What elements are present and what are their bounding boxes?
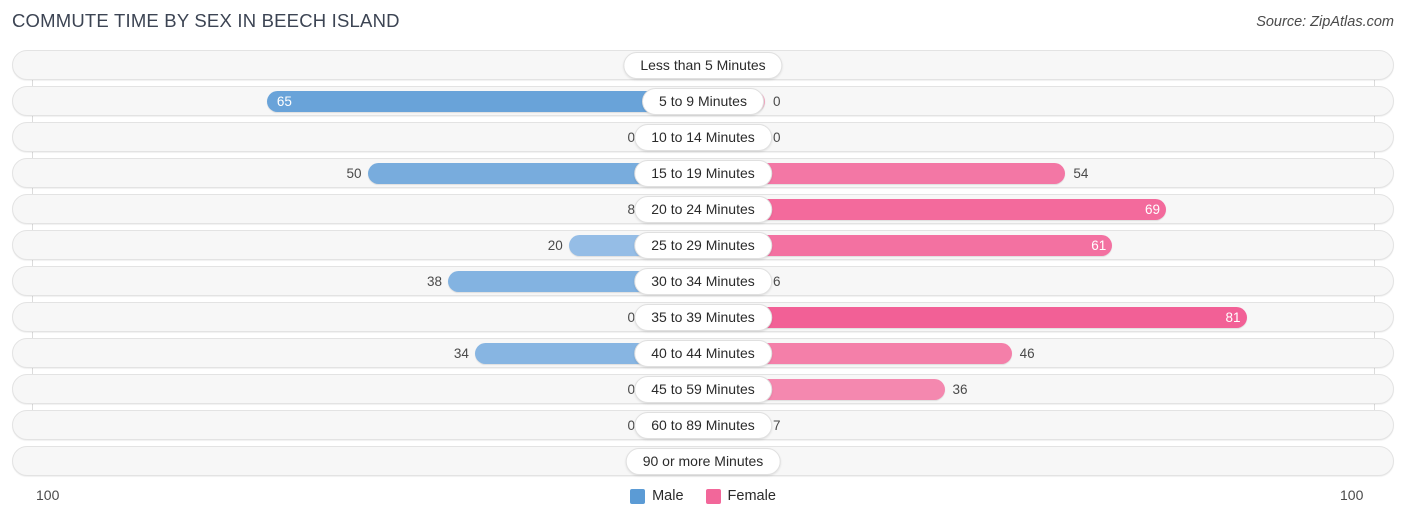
bar-value-female: 61 (1091, 238, 1107, 253)
bar-row: 38 6 30 to 34 Minutes (0, 266, 1406, 296)
bar-value-male: 65 (276, 94, 292, 109)
bar-row: 20 61 25 to 29 Minutes (0, 230, 1406, 260)
bar-value-male: 34 (453, 346, 469, 361)
bar-row: 65 0 5 to 9 Minutes (0, 86, 1406, 116)
category-label: 20 to 24 Minutes (634, 196, 772, 223)
bar-value-male: 0 (627, 130, 635, 145)
bar-value-female: 54 (1073, 166, 1089, 181)
category-label: 15 to 19 Minutes (634, 160, 772, 187)
bar-row: 0 7 60 to 89 Minutes (0, 410, 1406, 440)
category-label: 35 to 39 Minutes (634, 304, 772, 331)
legend-item[interactable]: Male (630, 488, 684, 504)
bar-row: 00Less than 5 Minutes (0, 50, 1406, 80)
page-title: COMMUTE TIME BY SEX IN BEECH ISLAND (12, 10, 400, 31)
bar-value-male: 0 (627, 310, 635, 325)
legend-label: Male (652, 488, 684, 504)
bar-row: 0090 or more Minutes (0, 446, 1406, 476)
bar-row: 50 54 15 to 19 Minutes (0, 158, 1406, 188)
bar-female[interactable] (703, 199, 1166, 220)
bar-row: 8 69 20 to 24 Minutes (0, 194, 1406, 224)
bar-value-female: 36 (952, 382, 968, 397)
category-label: 45 to 59 Minutes (634, 376, 772, 403)
bar-row: 0 36 45 to 59 Minutes (0, 374, 1406, 404)
bar-value-male: 0 (627, 382, 635, 397)
legend-label: Female (727, 488, 776, 504)
category-label: 60 to 89 Minutes (634, 412, 772, 439)
chart-page: COMMUTE TIME BY SEX IN BEECH ISLAND Sour… (0, 0, 1406, 523)
bar-female[interactable] (703, 307, 1247, 328)
bar-value-male: 20 (547, 238, 563, 253)
bar-value-female: 46 (1019, 346, 1035, 361)
category-label: 90 or more Minutes (625, 448, 781, 475)
category-label: 25 to 29 Minutes (634, 232, 772, 259)
category-label: 5 to 9 Minutes (642, 88, 764, 115)
bar-value-female: 7 (773, 418, 781, 433)
bar-value-female: 0 (773, 130, 781, 145)
bar-row: 0 0 10 to 14 Minutes (0, 122, 1406, 152)
category-label: Less than 5 Minutes (623, 52, 783, 79)
bar-value-male: 38 (426, 274, 443, 289)
legend-swatch-icon (630, 488, 646, 504)
bar-value-female: 69 (1144, 202, 1160, 217)
category-label: 30 to 34 Minutes (634, 268, 772, 295)
bar-rows-container: 00Less than 5 Minutes6505 to 9 Minutes00… (0, 50, 1406, 476)
chart-legend: Male Female (0, 488, 1406, 504)
category-label: 40 to 44 Minutes (634, 340, 772, 367)
plot-area: 00Less than 5 Minutes6505 to 9 Minutes00… (0, 50, 1406, 485)
bar-value-female: 6 (773, 274, 781, 289)
legend-item[interactable]: Female (705, 488, 776, 504)
bar-male[interactable] (266, 91, 703, 112)
category-label: 10 to 14 Minutes (634, 124, 772, 151)
bar-value-male: 50 (346, 166, 362, 181)
legend-swatch-icon (705, 488, 721, 504)
bar-value-male: 8 (627, 202, 635, 217)
chart-footer: 100 100 Male Female (0, 485, 1406, 523)
source-label: Source: ZipAtlas.com (1256, 14, 1394, 30)
bar-row: 34 46 40 to 44 Minutes (0, 338, 1406, 368)
bar-value-female: 81 (1225, 310, 1241, 325)
bar-value-male: 0 (627, 418, 635, 433)
bar-row: 0 81 35 to 39 Minutes (0, 302, 1406, 332)
bar-value-female: 0 (773, 94, 781, 109)
